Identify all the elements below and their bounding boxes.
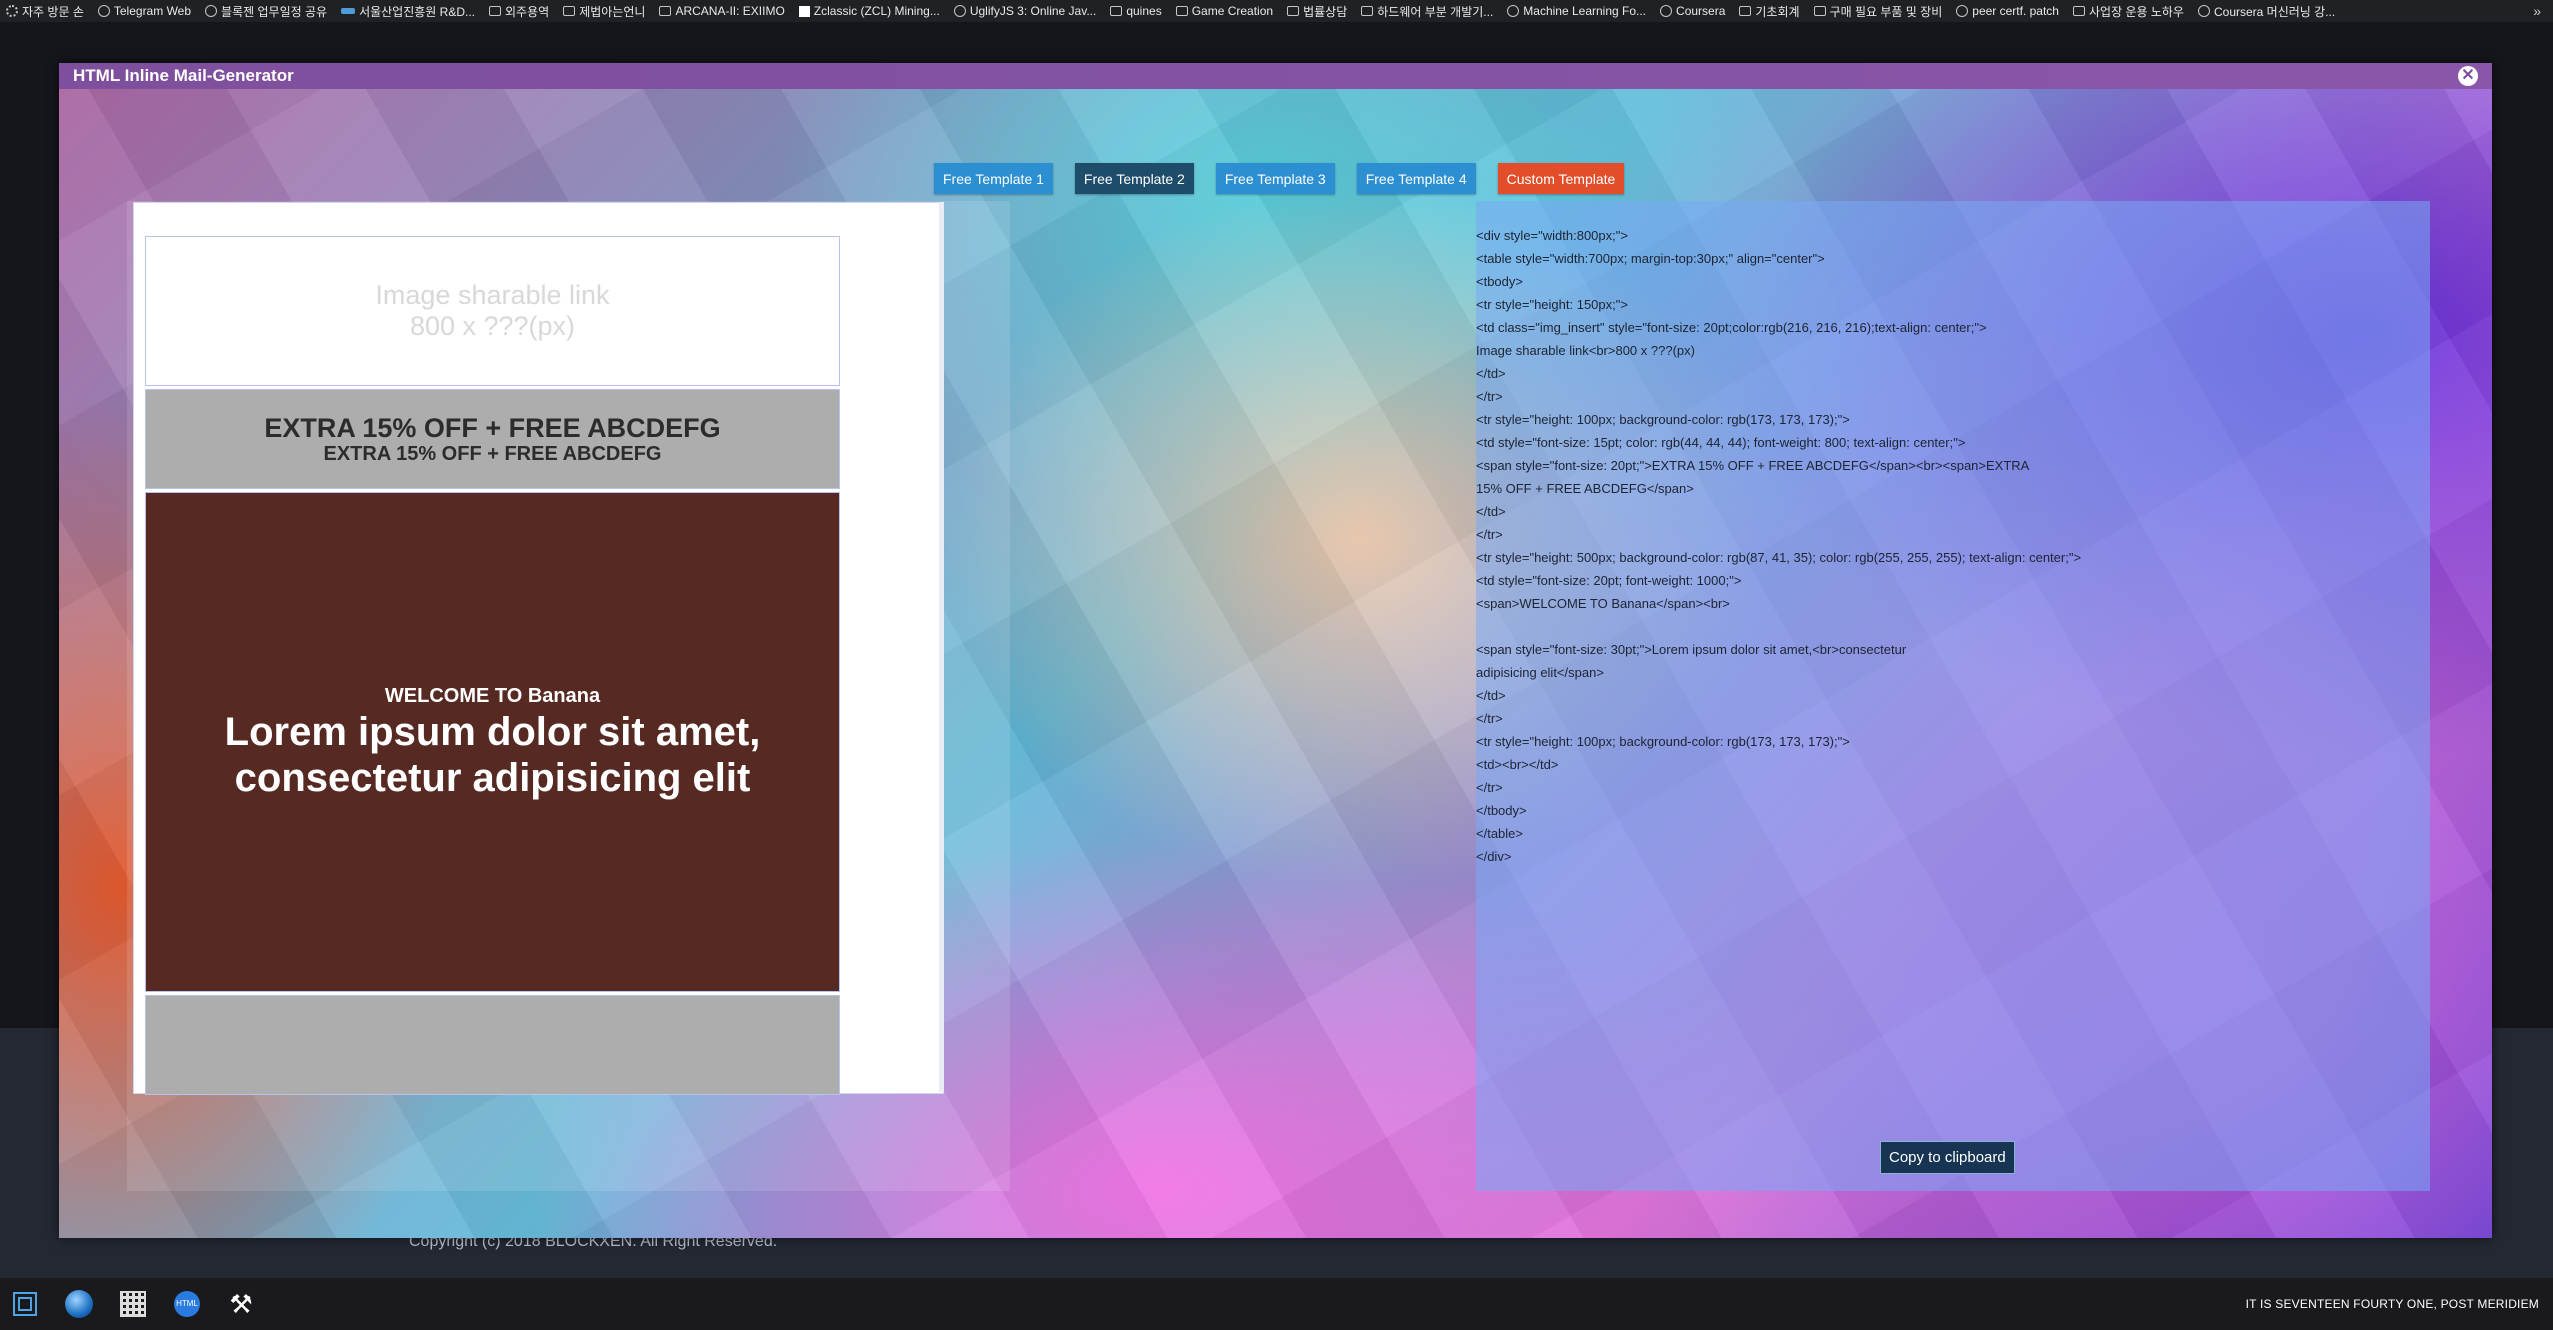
bookmarks-overflow-icon[interactable]: »	[2533, 3, 2553, 19]
bookmarks-bar: 자주 방문 손 Telegram Web 블록젠 업무일정 공유 서울산업진흥원 R&…	[0, 0, 2553, 22]
bookmark-label: 하드웨어 부분 개발기...	[1377, 4, 1494, 19]
preview-footer-row[interactable]	[145, 995, 840, 1095]
bookmark-label: 구매 필요 부품 및 장비	[1829, 4, 1943, 19]
globe-icon	[97, 5, 110, 17]
html-editor-label: HTML	[174, 1291, 200, 1317]
globe-icon	[953, 5, 966, 17]
folder-icon	[1813, 6, 1826, 16]
taskbar-clock-status: IT IS SEVENTEEN FOURTY ONE, POST MERIDIE…	[2245, 1297, 2539, 1311]
bookmark-item[interactable]: Coursera 머신러닝 강...	[2197, 3, 2336, 20]
globe-icon	[1660, 5, 1673, 17]
tab-free-template-2[interactable]: Free Template 2	[1074, 163, 1194, 194]
bookmark-label: Machine Learning Fo...	[1523, 4, 1647, 18]
bookmark-item[interactable]: 법률상담	[1287, 3, 1347, 20]
preview-welcome-row[interactable]: WELCOME TO Banana Lorem ipsum dolor sit …	[145, 492, 840, 992]
bookmark-label: UglifyJS 3: Online Jav...	[969, 4, 1097, 18]
bookmark-label: Coursera	[1676, 4, 1726, 18]
bookmark-item[interactable]: Telegram Web	[97, 4, 192, 18]
show-desktop-icon[interactable]	[10, 1289, 40, 1319]
bookmark-label: 법률상담	[1303, 4, 1348, 19]
bookmark-label: Telegram Web	[113, 4, 192, 18]
modal-header: HTML Inline Mail-Generator ✕	[59, 63, 2492, 89]
image-placeholder-line1: Image sharable link	[375, 280, 610, 310]
folder-icon	[489, 6, 502, 16]
folder-icon	[659, 6, 672, 16]
globe-icon	[205, 5, 218, 17]
bookmark-label: 블록젠 업무일정 공유	[221, 4, 328, 19]
bookmark-item[interactable]: 하드웨어 부분 개발기...	[1361, 3, 1493, 20]
app-icon	[563, 6, 576, 16]
mail-generator-modal: HTML Inline Mail-Generator ✕ Free Templa…	[59, 63, 2492, 1238]
modal-title: HTML Inline Mail-Generator	[73, 66, 294, 85]
bookmark-label: 외주용역	[505, 4, 550, 19]
bookmark-item[interactable]: Coursera	[1660, 4, 1725, 18]
tools-icon[interactable]: ⚒	[226, 1289, 256, 1319]
bookmark-item[interactable]: peer certf. patch	[1956, 4, 2059, 18]
tab-free-template-4[interactable]: Free Template 4	[1356, 163, 1476, 194]
calendar-grid-icon[interactable]	[118, 1289, 148, 1319]
folder-icon	[1739, 6, 1752, 16]
bookmark-item[interactable]: Game Creation	[1175, 4, 1274, 18]
taskbar: HTML ⚒ IT IS SEVENTEEN FOURTY ONE, POST …	[0, 1278, 2553, 1330]
bookmark-item[interactable]: Machine Learning Fo...	[1507, 4, 1646, 18]
html-code-output[interactable]: <div style="width:800px;"> <table style=…	[1476, 224, 2416, 868]
folder-icon	[1287, 6, 1300, 16]
folder-icon	[1361, 6, 1374, 16]
folder-icon	[2072, 6, 2085, 16]
bookmark-label: 사업장 운용 노하우	[2088, 4, 2184, 19]
bookmark-item[interactable]: 자주 방문 손	[6, 3, 84, 20]
folder-icon	[1110, 6, 1123, 16]
bookmark-item[interactable]: ARCANA-II: EXIIMO	[659, 4, 785, 18]
html-editor-icon[interactable]: HTML	[172, 1289, 202, 1319]
sba-logo-icon	[341, 8, 356, 14]
globe-icon	[2197, 5, 2210, 17]
bookmark-label: 기초회계	[1755, 4, 1800, 19]
bookmark-item[interactable]: 블록젠 업무일정 공유	[205, 3, 327, 20]
bookmark-item[interactable]: UglifyJS 3: Online Jav...	[953, 4, 1097, 18]
tab-free-template-3[interactable]: Free Template 3	[1215, 163, 1335, 194]
welcome-body: Lorem ipsum dolor sit amet, consectetur …	[224, 710, 761, 800]
preview-pane: Image sharable link 800 x ???(px) EXTRA …	[127, 201, 1010, 1191]
bookmark-label: 서울산업진흥원 R&D...	[359, 4, 476, 19]
copy-to-clipboard-button[interactable]: Copy to clipboard	[1880, 1141, 2015, 1174]
tab-free-template-1[interactable]: Free Template 1	[934, 163, 1053, 194]
tab-custom-template[interactable]: Custom Template	[1497, 163, 1625, 194]
preview-scroll-edge	[939, 202, 944, 1092]
square-icon	[798, 5, 810, 17]
bookmark-label: peer certf. patch	[1972, 4, 2059, 18]
preview-image-row[interactable]: Image sharable link 800 x ???(px)	[145, 236, 840, 386]
bookmark-label: Game Creation	[1191, 4, 1274, 18]
template-tabs: Free Template 1 Free Template 2 Free Tem…	[934, 163, 1625, 194]
close-icon[interactable]: ✕	[2458, 66, 2478, 86]
bookmark-label: quines	[1126, 4, 1162, 18]
promo-headline: EXTRA 15% OFF + FREE ABCDEFG	[264, 413, 721, 443]
bookmark-item[interactable]: 제법아는언니	[563, 3, 645, 20]
bookmark-item[interactable]: 구매 필요 부품 및 장비	[1813, 3, 1943, 20]
code-pane: <div style="width:800px;"> <table style=…	[1476, 201, 2430, 1191]
bookmark-item[interactable]: Zclassic (ZCL) Mining...	[798, 4, 940, 18]
bookmark-item[interactable]: 기초회계	[1739, 3, 1800, 20]
bookmark-label: ARCANA-II: EXIIMO	[675, 4, 785, 18]
bookmark-label: Zclassic (ZCL) Mining...	[813, 4, 940, 18]
browser-globe-icon[interactable]	[64, 1289, 94, 1319]
gear-icon	[6, 5, 18, 17]
bookmark-item[interactable]: quines	[1110, 4, 1162, 18]
globe-icon	[1507, 5, 1520, 17]
promo-subline: EXTRA 15% OFF + FREE ABCDEFG	[323, 443, 662, 465]
image-placeholder-line2: 800 x ???(px)	[409, 311, 576, 341]
welcome-title: WELCOME TO Banana	[384, 685, 601, 707]
bookmark-item[interactable]: 사업장 운용 노하우	[2072, 3, 2184, 20]
preview-promo-row[interactable]: EXTRA 15% OFF + FREE ABCDEFG EXTRA 15% O…	[145, 389, 840, 489]
email-preview: Image sharable link 800 x ???(px) EXTRA …	[133, 202, 944, 1095]
bookmark-item[interactable]: 외주용역	[489, 3, 549, 20]
folder-icon	[1175, 6, 1188, 16]
globe-icon	[1956, 5, 1969, 17]
bookmark-item[interactable]: 서울산업진흥원 R&D...	[341, 3, 475, 20]
modal-body: Free Template 1 Free Template 2 Free Tem…	[59, 89, 2492, 1238]
bookmark-label: 제법아는언니	[579, 4, 646, 19]
bookmark-label: 자주 방문 손	[22, 4, 84, 19]
bookmark-label: Coursera 머신러닝 강...	[2213, 4, 2336, 19]
